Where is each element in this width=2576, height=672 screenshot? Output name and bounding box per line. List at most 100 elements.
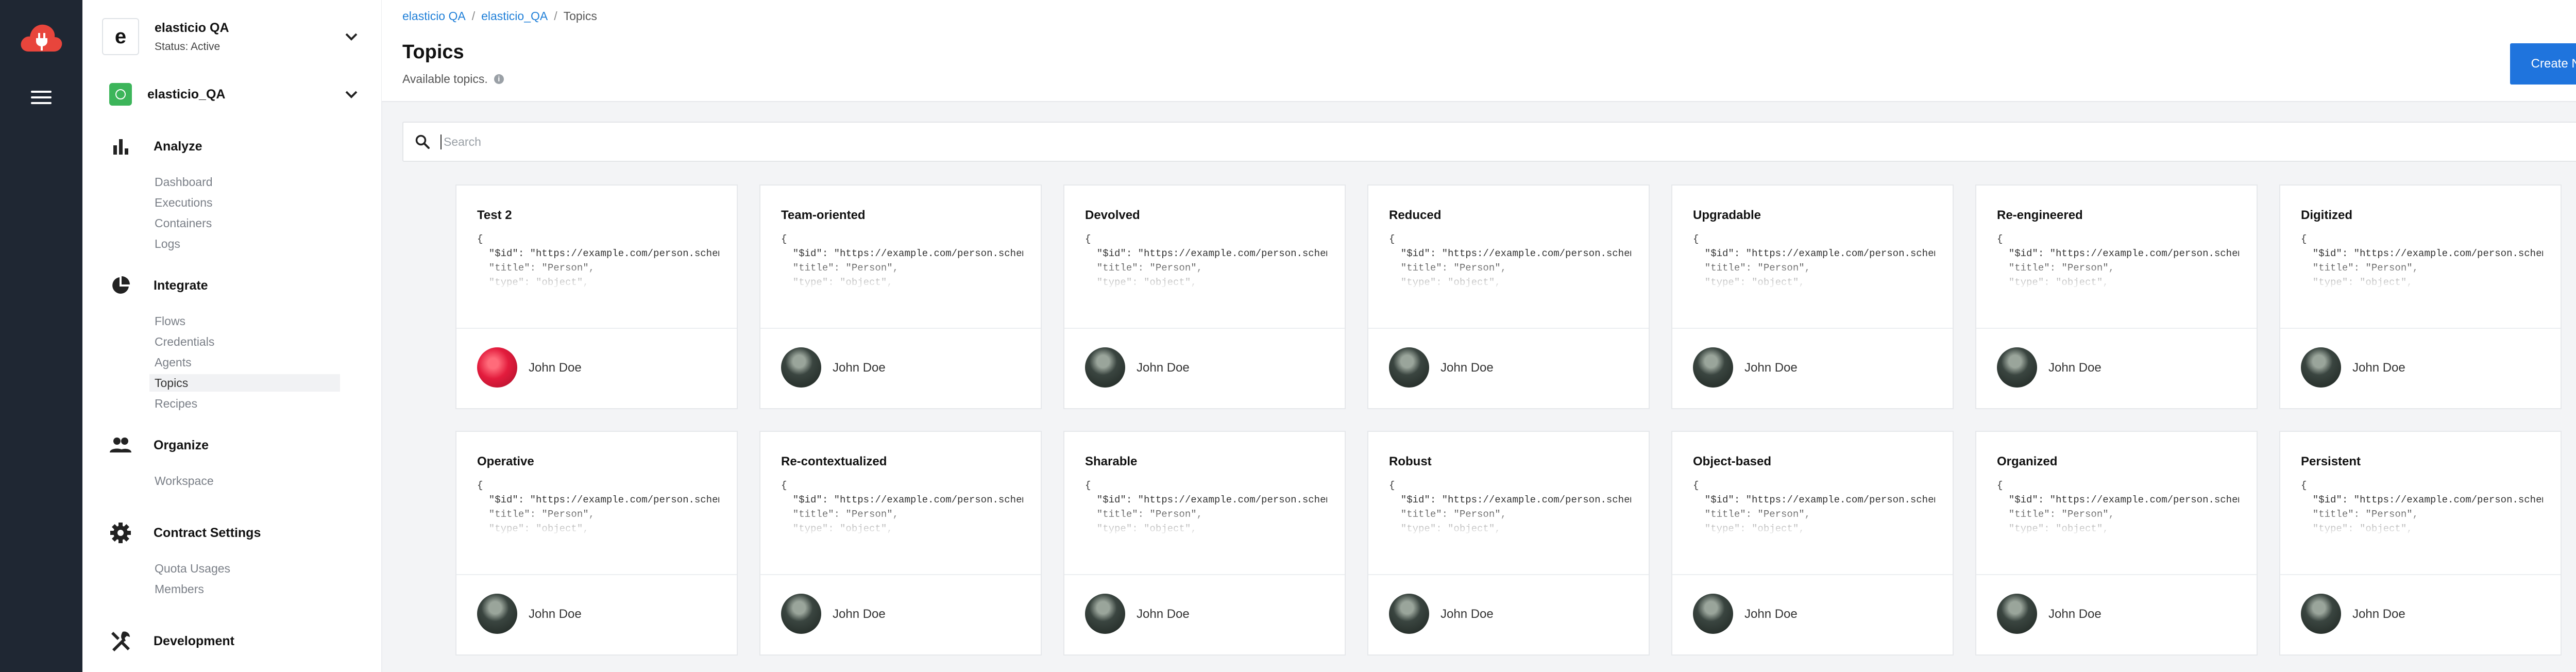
- workspace-name: elasticio_QA: [147, 87, 226, 102]
- section-integrate[interactable]: Integrate: [109, 274, 208, 297]
- card-divider: [2280, 574, 2561, 575]
- sidebar-item-workspace[interactable]: Workspace: [149, 472, 340, 490]
- card-divider: [456, 328, 737, 329]
- sidebar-item-containers[interactable]: Containers: [149, 214, 340, 232]
- topic-title: Reduced: [1389, 208, 1442, 222]
- topic-card[interactable]: Re-engineered { "$id": "https://example.c…: [1975, 184, 2258, 409]
- card-divider: [1064, 328, 1345, 329]
- avatar: [1997, 594, 2037, 634]
- topic-owner: John Doe: [529, 361, 582, 375]
- topic-card[interactable]: Reduced { "$id": "https://example.com/per…: [1367, 184, 1650, 409]
- topic-owner: John Doe: [1137, 607, 1190, 621]
- sidebar-item-topics[interactable]: Topics: [149, 374, 340, 392]
- topic-owner: John Doe: [833, 607, 886, 621]
- tenant-switcher[interactable]: e elasticio QA Status: Active: [102, 13, 362, 60]
- card-divider: [760, 328, 1041, 329]
- gear-icon: [110, 523, 131, 543]
- topic-card[interactable]: Test 2 { "$id": "https://example.com/pers…: [455, 184, 738, 409]
- topic-title: Persistent: [2301, 455, 2361, 468]
- section-analyze-label: Analyze: [154, 139, 202, 154]
- section-analyze[interactable]: Analyze: [109, 135, 202, 158]
- sidebar: e elasticio QA Status: Active elasticio_…: [82, 0, 382, 672]
- info-icon[interactable]: i: [494, 74, 504, 84]
- section-development[interactable]: Development: [109, 630, 234, 652]
- topic-card[interactable]: Re-contextualized { "$id": "https://examp…: [759, 431, 1042, 656]
- sidebar-item-executions[interactable]: Executions: [149, 194, 340, 211]
- app-rail: [0, 0, 82, 672]
- search-icon: [415, 135, 430, 149]
- section-development-label: Development: [154, 633, 234, 648]
- card-divider: [1672, 328, 1953, 329]
- section-organize[interactable]: Organize: [109, 434, 209, 457]
- workspace-icon: [109, 83, 132, 106]
- section-contract-settings[interactable]: Contract Settings: [109, 522, 261, 544]
- topic-title: Re-contextualized: [781, 455, 887, 468]
- topic-card[interactable]: Operative { "$id": "https://example.com/p…: [455, 431, 738, 656]
- page-header: elasticio QA / elasticio_QA / Topics Topics …: [382, 0, 2576, 102]
- topic-card[interactable]: Sharable { "$id": "https://example.com/pe…: [1063, 431, 1346, 656]
- topic-title: Digitized: [2301, 208, 2352, 222]
- topic-card[interactable]: Organized { "$id": "https://example.com/p…: [1975, 431, 2258, 656]
- topic-schema-preview: { "$id": "https://example.com/person.sch…: [2301, 233, 2543, 288]
- topic-schema-preview: { "$id": "https://example.com/person.sch…: [1693, 233, 1935, 288]
- avatar: [1085, 594, 1125, 634]
- sidebar-item-members[interactable]: Members: [149, 580, 340, 598]
- topic-title: Robust: [1389, 455, 1432, 468]
- cloud-plug-logo[interactable]: [20, 21, 63, 55]
- topic-card[interactable]: Team-oriented { "$id": "https://example.c…: [759, 184, 1042, 409]
- sidebar-item-dashboard[interactable]: Dashboard: [149, 173, 340, 191]
- sidebar-item-recipes[interactable]: Recipes: [149, 395, 340, 412]
- topic-card[interactable]: Persistent { "$id": "https://example.com/…: [2279, 431, 2562, 656]
- topic-owner: John Doe: [1137, 361, 1190, 375]
- topic-owner: John Doe: [2352, 361, 2405, 375]
- topic-owner: John Doe: [1440, 607, 1494, 621]
- sidebar-item-flows[interactable]: Flows: [149, 312, 340, 330]
- breadcrumb-separator: /: [554, 9, 557, 23]
- sidebar-item-credentials[interactable]: Credentials: [149, 333, 340, 350]
- create-new-button[interactable]: Create New: [2510, 43, 2576, 85]
- breadcrumb-current: Topics: [563, 9, 597, 23]
- topic-owner: John Doe: [529, 607, 582, 621]
- chevron-down-icon[interactable]: [341, 84, 362, 105]
- topic-owner: John Doe: [2048, 361, 2102, 375]
- hamburger-menu-icon[interactable]: [31, 91, 52, 106]
- topic-owner: John Doe: [1744, 607, 1798, 621]
- topic-schema-preview: { "$id": "https://example.com/person.sch…: [1085, 233, 1327, 288]
- search-input[interactable]: [440, 134, 2402, 149]
- topic-schema-preview: { "$id": "https://example.com/person.sch…: [1389, 233, 1631, 288]
- card-divider: [1064, 574, 1345, 575]
- avatar: [477, 594, 517, 634]
- topic-owner: John Doe: [2048, 607, 2102, 621]
- topic-schema-preview: { "$id": "https://example.com/person.sch…: [1997, 233, 2239, 288]
- topic-card[interactable]: Devolved { "$id": "https://example.com/pe…: [1063, 184, 1346, 409]
- avatar: [781, 347, 821, 388]
- workspace-switcher[interactable]: elasticio_QA: [102, 71, 362, 117]
- topic-schema-preview: { "$id": "https://example.com/person.sch…: [781, 233, 1023, 288]
- topic-title: Operative: [477, 455, 534, 468]
- topic-title: Organized: [1997, 455, 2058, 468]
- sidebar-item-quota-usages[interactable]: Quota Usages: [149, 560, 340, 577]
- card-divider: [1368, 328, 1649, 329]
- tenant-status: Status: Active: [155, 40, 221, 53]
- breadcrumb-link-workspace[interactable]: elasticio_QA: [481, 9, 548, 23]
- chevron-down-icon[interactable]: [341, 26, 362, 47]
- topics-grid: Test 2 { "$id": "https://example.com/pers…: [455, 184, 2564, 656]
- topic-owner: John Doe: [1440, 361, 1494, 375]
- topic-card[interactable]: Upgradable { "$id": "https://example.com/…: [1671, 184, 1954, 409]
- sidebar-item-logs[interactable]: Logs: [149, 235, 340, 253]
- topic-card[interactable]: Robust { "$id": "https://example.com/pers…: [1367, 431, 1650, 656]
- sidebar-item-agents[interactable]: Agents: [149, 354, 340, 371]
- topic-card[interactable]: Digitized { "$id": "https://example.com/p…: [2279, 184, 2562, 409]
- topic-title: Team-oriented: [781, 208, 866, 222]
- avatar: [1997, 347, 2037, 388]
- avatar: [1389, 347, 1429, 388]
- breadcrumb-link-tenant[interactable]: elasticio QA: [402, 9, 466, 23]
- topic-schema-preview: { "$id": "https://example.com/person.sch…: [477, 480, 719, 534]
- topic-card[interactable]: Object-based { "$id": "https://example.co…: [1671, 431, 1954, 656]
- breadcrumb-separator: /: [471, 9, 476, 23]
- avatar: [2301, 594, 2341, 634]
- topic-schema-preview: { "$id": "https://example.com/person.sch…: [1693, 480, 1935, 534]
- page-subtitle: Available topics. i: [402, 72, 504, 86]
- tools-icon: [111, 631, 130, 651]
- pie-chart-icon: [112, 276, 130, 294]
